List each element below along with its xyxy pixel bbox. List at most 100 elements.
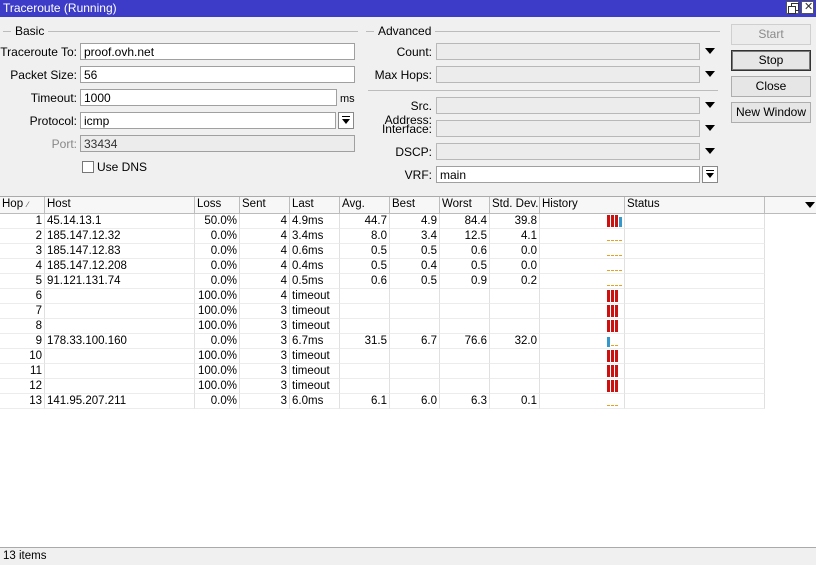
col-header-history[interactable]: History: [540, 197, 625, 213]
cell-host: 178.33.100.160: [45, 334, 195, 349]
count-input[interactable]: [436, 43, 700, 60]
max-hops-input[interactable]: [436, 66, 700, 83]
max-hops-dropdown-icon[interactable]: [705, 71, 715, 77]
table-row[interactable]: 2 185.147.12.32 0.0% 4 3.4ms 8.0 3.4 12.5 4.1: [0, 229, 816, 244]
protocol-dropdown-icon[interactable]: [338, 112, 354, 129]
new-window-button[interactable]: New Window: [731, 102, 811, 123]
cell-hop: 9: [0, 334, 45, 349]
cell-worst: [440, 289, 490, 304]
history-timeout-bar: [611, 350, 614, 362]
vrf-select[interactable]: main: [436, 166, 700, 183]
cell-history: [540, 379, 625, 394]
col-header-last[interactable]: Last: [290, 197, 340, 213]
stop-button[interactable]: Stop: [731, 50, 811, 71]
cell-loss: 0.0%: [195, 394, 240, 409]
col-header-status[interactable]: Status: [625, 197, 765, 213]
cell-avg: 0.6: [340, 274, 390, 289]
column-menu-icon[interactable]: [805, 202, 815, 208]
cell-std: [490, 349, 540, 364]
dscp-dropdown-icon[interactable]: [705, 148, 715, 154]
history-timeout-bar: [611, 290, 614, 302]
cell-avg: 31.5: [340, 334, 390, 349]
col-header-sent[interactable]: Sent: [240, 197, 290, 213]
history-timeout-bar: [607, 365, 610, 377]
history-timeout-bar: [611, 380, 614, 392]
cell-history: [540, 214, 625, 229]
cell-host: 185.147.12.32: [45, 229, 195, 244]
table-row[interactable]: 11 100.0% 3 timeout: [0, 364, 816, 379]
cell-history: [540, 244, 625, 259]
timeout-label: Timeout:: [30, 91, 77, 105]
cell-sent: 4: [240, 244, 290, 259]
cell-sent: 3: [240, 334, 290, 349]
history-reply-mark: [607, 255, 610, 256]
close-window-icon[interactable]: ✕: [801, 1, 814, 14]
col-header-hop[interactable]: Hop ∕: [0, 197, 45, 213]
history-timeout-bar: [615, 290, 618, 302]
table-row[interactable]: 3 185.147.12.83 0.0% 4 0.6ms 0.5 0.5 0.6 0.0: [0, 244, 816, 259]
traceroute-to-input[interactable]: proof.ovh.net: [80, 43, 355, 60]
table-row[interactable]: 13 141.95.207.211 0.0% 3 6.0ms 6.1 6.0 6.3 0.1: [0, 394, 816, 409]
cell-sent: 4: [240, 289, 290, 304]
table-row[interactable]: 4 185.147.12.208 0.0% 4 0.4ms 0.5 0.4 0.5 0.0: [0, 259, 816, 274]
sort-ascending-icon: ∕: [27, 200, 29, 209]
window-titlebar[interactable]: Traceroute (Running) ✕: [0, 0, 816, 17]
restore-icon[interactable]: [786, 1, 799, 14]
table-row[interactable]: 12 100.0% 3 timeout: [0, 379, 816, 394]
src-address-dropdown-icon[interactable]: [705, 102, 715, 108]
history-reply-mark: [615, 270, 618, 271]
window-title: Traceroute (Running): [3, 1, 117, 15]
cell-std: [490, 289, 540, 304]
cell-loss: 50.0%: [195, 214, 240, 229]
history-reply-mark: [615, 240, 618, 241]
history-reply-mark: [611, 345, 614, 346]
cell-hop: 7: [0, 304, 45, 319]
col-header-std-dev[interactable]: Std. Dev.: [490, 197, 540, 213]
history-reply-mark: [611, 285, 614, 286]
cell-last: 6.7ms: [290, 334, 340, 349]
cell-loss: 100.0%: [195, 289, 240, 304]
table-row[interactable]: 6 100.0% 4 timeout: [0, 289, 816, 304]
cell-hop: 8: [0, 319, 45, 334]
count-dropdown-icon[interactable]: [705, 48, 715, 54]
history-timeout-bar: [615, 350, 618, 362]
protocol-select[interactable]: icmp: [80, 112, 336, 129]
cell-history: [540, 274, 625, 289]
close-button[interactable]: Close: [731, 76, 811, 97]
interface-input[interactable]: [436, 120, 700, 137]
results-table[interactable]: Hop ∕ Host Loss Sent Last Avg. Best Worst…: [0, 196, 816, 547]
col-header-avg[interactable]: Avg.: [340, 197, 390, 213]
col-header-best[interactable]: Best: [390, 197, 440, 213]
table-row[interactable]: 7 100.0% 3 timeout: [0, 304, 816, 319]
table-row[interactable]: 5 91.121.131.74 0.0% 4 0.5ms 0.6 0.5 0.9 0.2: [0, 274, 816, 289]
cell-status: [625, 334, 765, 349]
timeout-input[interactable]: 1000: [80, 89, 337, 106]
col-header-loss[interactable]: Loss: [195, 197, 240, 213]
cell-history: [540, 229, 625, 244]
history-reply-mark: [619, 285, 622, 286]
interface-dropdown-icon[interactable]: [705, 125, 715, 131]
table-row[interactable]: 1 45.14.13.1 50.0% 4 4.9ms 44.7 4.9 84.4 39.8: [0, 214, 816, 229]
dscp-input[interactable]: [436, 143, 700, 160]
cell-last: timeout: [290, 289, 340, 304]
history-timeout-bar: [615, 380, 618, 392]
cell-last: timeout: [290, 364, 340, 379]
cell-last: 0.5ms: [290, 274, 340, 289]
col-header-worst[interactable]: Worst: [440, 197, 490, 213]
table-row[interactable]: 8 100.0% 3 timeout: [0, 319, 816, 334]
vrf-dropdown-icon[interactable]: [702, 166, 718, 183]
table-row[interactable]: 9 178.33.100.160 0.0% 3 6.7ms 31.5 6.7 76.6 32.0: [0, 334, 816, 349]
table-row[interactable]: 10 100.0% 3 timeout: [0, 349, 816, 364]
traceroute-to-label: Traceroute To:: [0, 45, 77, 59]
cell-loss: 100.0%: [195, 304, 240, 319]
cell-status: [625, 304, 765, 319]
packet-size-input[interactable]: 56: [80, 66, 355, 83]
col-header-host[interactable]: Host: [45, 197, 195, 213]
cell-history: [540, 304, 625, 319]
advanced-divider: [368, 90, 718, 91]
cell-last: 3.4ms: [290, 229, 340, 244]
start-button[interactable]: Start: [731, 24, 811, 45]
use-dns-checkbox[interactable]: [82, 161, 94, 173]
src-address-input[interactable]: [436, 97, 700, 114]
history-timeout-bar: [615, 320, 618, 332]
